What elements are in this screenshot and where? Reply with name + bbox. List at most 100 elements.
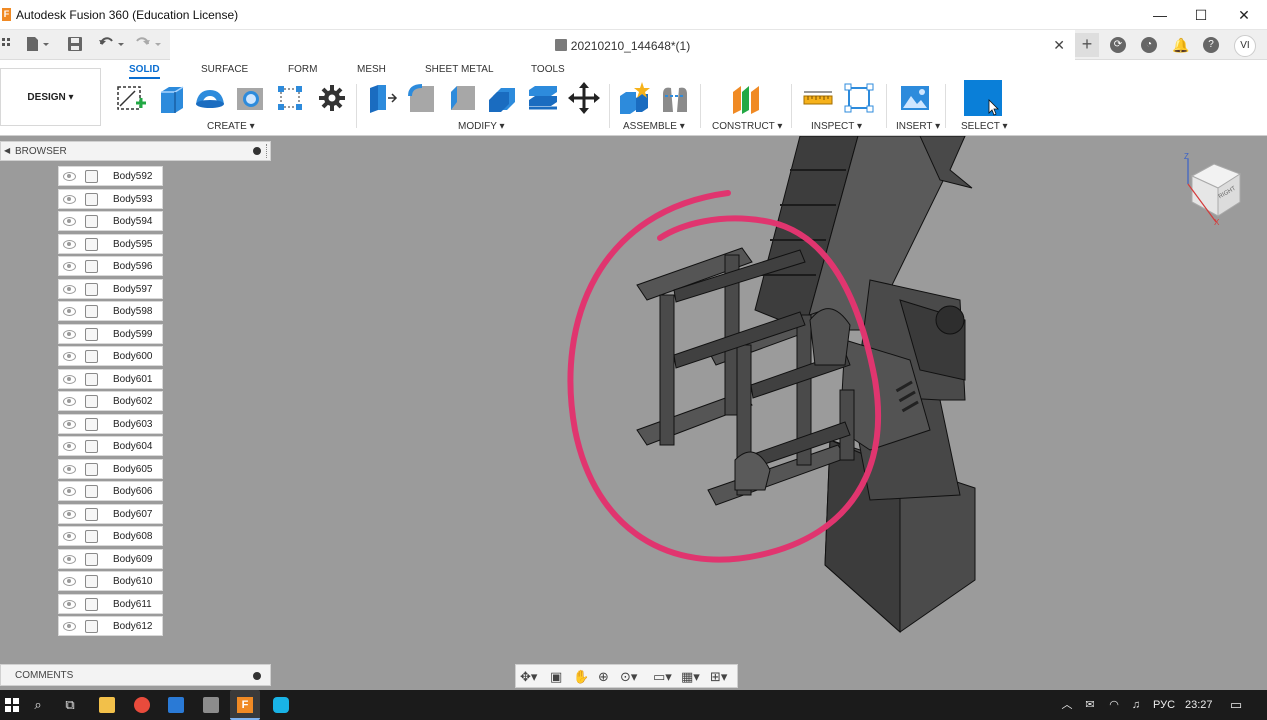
grid-settings-icon[interactable]: ▦▾ — [681, 669, 700, 685]
pattern-icon[interactable] — [274, 82, 306, 114]
inspect-group-label[interactable]: INSPECT ▾ — [811, 121, 862, 132]
extensions-icon[interactable]: ⟳ — [1110, 37, 1126, 53]
visibility-eye-icon[interactable] — [63, 509, 76, 519]
windows-start-icon[interactable] — [0, 695, 24, 715]
collapse-arrow-icon[interactable]: ◀ — [4, 146, 10, 155]
tray-chevron-icon[interactable]: ︿ — [1058, 695, 1076, 715]
browser-body-item[interactable]: Body595 — [58, 233, 163, 254]
section-analysis-icon[interactable] — [843, 82, 875, 114]
visibility-eye-icon[interactable] — [63, 329, 76, 339]
select-icon[interactable] — [964, 80, 1002, 116]
pan-hand-icon[interactable]: ✋ — [573, 669, 589, 685]
shell-icon[interactable] — [487, 82, 519, 114]
construct-group-label[interactable]: CONSTRUCT ▾ — [712, 121, 782, 132]
browser-body-item[interactable]: Body601 — [58, 368, 163, 389]
visibility-eye-icon[interactable] — [63, 284, 76, 294]
browser-body-item[interactable]: Body608 — [58, 526, 163, 546]
visibility-eye-icon[interactable] — [63, 397, 76, 406]
browser-body-item[interactable]: Body596 — [58, 256, 163, 276]
search-icon[interactable]: ⌕ — [28, 695, 48, 715]
task-view-icon[interactable]: ⧉ — [60, 695, 80, 715]
comments-panel-header[interactable]: COMMENTS — [0, 664, 271, 686]
tray-clock[interactable]: 23:27 — [1185, 699, 1213, 711]
browser-body-item[interactable]: Body610 — [58, 571, 163, 591]
tab-surface[interactable]: SURFACE — [201, 64, 248, 75]
visibility-eye-icon[interactable] — [63, 307, 76, 316]
browser-body-item[interactable]: Body593 — [58, 188, 163, 209]
browser-body-item[interactable]: Body592 — [58, 166, 163, 186]
viewports-icon[interactable]: ⊞▾ — [710, 669, 727, 685]
tab-mesh[interactable]: MESH — [357, 64, 386, 75]
browser-body-item[interactable]: Body599 — [58, 323, 163, 344]
settings-gear-icon[interactable] — [316, 82, 348, 114]
browser-panel-header[interactable]: ◀ BROWSER — [0, 141, 271, 161]
panel-grip-handle[interactable] — [266, 144, 269, 158]
revolve-icon[interactable] — [194, 82, 226, 114]
select-group-label[interactable]: SELECT ▾ — [961, 121, 1008, 132]
browser-body-item[interactable]: Body611 — [58, 593, 163, 614]
file-menu-icon[interactable] — [26, 36, 50, 54]
tray-volume-icon[interactable]: ♫ — [1126, 695, 1146, 715]
view-cube[interactable]: Z RIGHT X — [1180, 152, 1250, 229]
create-sketch-icon[interactable] — [115, 82, 147, 114]
measure-icon[interactable] — [802, 82, 834, 114]
fillet-icon[interactable] — [406, 82, 438, 114]
visibility-eye-icon[interactable] — [63, 464, 76, 474]
visibility-eye-icon[interactable] — [63, 419, 76, 429]
assemble-group-label[interactable]: ASSEMBLE ▾ — [623, 121, 685, 132]
cortana-app-icon[interactable] — [273, 697, 289, 713]
browser-body-item[interactable]: Body606 — [58, 481, 163, 501]
tab-form[interactable]: FORM — [288, 64, 317, 75]
tray-wifi-icon[interactable]: ◠ — [1104, 695, 1124, 715]
visibility-eye-icon[interactable] — [63, 194, 76, 204]
tab-solid[interactable]: SOLID — [129, 64, 160, 79]
fusion-taskbar-icon[interactable]: F — [230, 690, 260, 720]
visibility-eye-icon[interactable] — [63, 554, 76, 564]
maximize-button[interactable]: ☐ — [1181, 4, 1221, 26]
comments-add-icon[interactable] — [253, 672, 261, 680]
workspace-switcher[interactable]: DESIGN ▾ — [0, 68, 101, 126]
create-group-label[interactable]: CREATE ▾ — [207, 121, 255, 132]
visibility-eye-icon[interactable] — [63, 262, 76, 271]
close-document-tab-button[interactable]: ✕ — [1053, 37, 1065, 54]
tray-language[interactable]: РУС — [1153, 699, 1175, 711]
insert-image-icon[interactable] — [899, 82, 931, 114]
extrude-icon[interactable] — [155, 82, 187, 114]
document-tab[interactable]: 20210210_144648*(1) ✕ — [170, 30, 1075, 60]
new-tab-button[interactable]: + — [1075, 33, 1099, 57]
visibility-eye-icon[interactable] — [63, 172, 76, 181]
visibility-eye-icon[interactable] — [63, 442, 76, 451]
visibility-eye-icon[interactable] — [63, 622, 76, 631]
browser-body-item[interactable]: Body605 — [58, 458, 163, 479]
redo-icon[interactable] — [135, 36, 165, 54]
visibility-eye-icon[interactable] — [63, 599, 76, 609]
user-avatar[interactable]: VI — [1234, 35, 1256, 57]
file-explorer-icon[interactable] — [99, 697, 115, 713]
notifications-bell-icon[interactable]: 🔔 — [1172, 37, 1189, 53]
chrome-icon[interactable] — [134, 697, 150, 713]
calculator-icon[interactable] — [203, 697, 219, 713]
browser-body-item[interactable]: Body598 — [58, 301, 163, 321]
browser-body-item[interactable]: Body603 — [58, 413, 163, 434]
zoom-icon[interactable]: ⊕ — [598, 669, 609, 685]
visibility-eye-icon[interactable] — [63, 239, 76, 249]
browser-body-item[interactable]: Body607 — [58, 503, 163, 524]
fit-zoom-icon[interactable]: ⊙▾ — [620, 669, 637, 685]
browser-body-item[interactable]: Body600 — [58, 346, 163, 366]
combine-icon[interactable] — [527, 82, 559, 114]
display-settings-icon[interactable]: ▭▾ — [653, 669, 672, 685]
new-component-icon[interactable] — [618, 82, 650, 114]
model-canvas[interactable] — [0, 136, 1267, 690]
vscode-icon[interactable] — [168, 697, 184, 713]
visibility-eye-icon[interactable] — [63, 487, 76, 496]
action-center-icon[interactable]: ▭ — [1224, 695, 1248, 715]
visibility-eye-icon[interactable] — [63, 217, 76, 226]
visibility-eye-icon[interactable] — [63, 577, 76, 586]
browser-body-item[interactable]: Body609 — [58, 548, 163, 569]
offset-plane-icon[interactable] — [731, 82, 763, 114]
save-icon[interactable] — [67, 36, 83, 54]
browser-body-item[interactable]: Body602 — [58, 391, 163, 411]
grid-menu-icon[interactable] — [2, 36, 12, 54]
modify-group-label[interactable]: MODIFY ▾ — [458, 121, 505, 132]
panel-pin-icon[interactable] — [253, 147, 261, 155]
